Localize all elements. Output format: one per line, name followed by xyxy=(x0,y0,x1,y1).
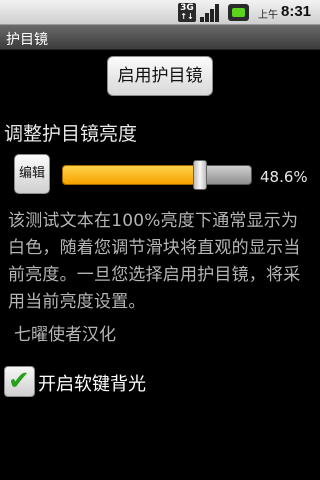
brightness-percent: 48.6% xyxy=(260,168,308,186)
backlight-label: 开启软键背光 xyxy=(38,374,146,395)
description-text: 该测试文本在100%亮度下通常显示为白色，随着您调节滑块将直观的显示当前亮度。一… xyxy=(8,211,301,312)
network-3g-icon: 3G ↑↓ xyxy=(178,3,196,22)
checkmark-icon: ✔ xyxy=(8,366,30,396)
brightness-slider[interactable] xyxy=(60,160,252,190)
status-am-pm: 上午 xyxy=(258,10,278,21)
edit-brightness-button[interactable]: 编辑 xyxy=(14,154,50,194)
brightness-section-label: 调整护目镜亮度 xyxy=(4,123,138,145)
credit-text: 七曜使者汉化 xyxy=(14,325,116,345)
slider-thumb[interactable] xyxy=(193,160,208,190)
app-title: 护目镜 xyxy=(6,32,48,48)
network-activity-label: ↑↓ xyxy=(180,12,194,21)
enable-goggles-button[interactable]: 启用护目镜 xyxy=(107,56,213,96)
backlight-checkbox[interactable]: ✔ xyxy=(4,366,35,397)
status-bar: 3G ↑↓ 上午 8:31 xyxy=(0,0,320,25)
backlight-checkbox-row[interactable]: ✔ 开启软键背光 xyxy=(4,366,224,398)
signal-bars-icon xyxy=(200,3,222,22)
title-bar: 护目镜 xyxy=(0,25,320,50)
slider-fill xyxy=(62,165,201,185)
battery-icon xyxy=(228,4,249,21)
status-time: 8:31 xyxy=(281,3,312,20)
